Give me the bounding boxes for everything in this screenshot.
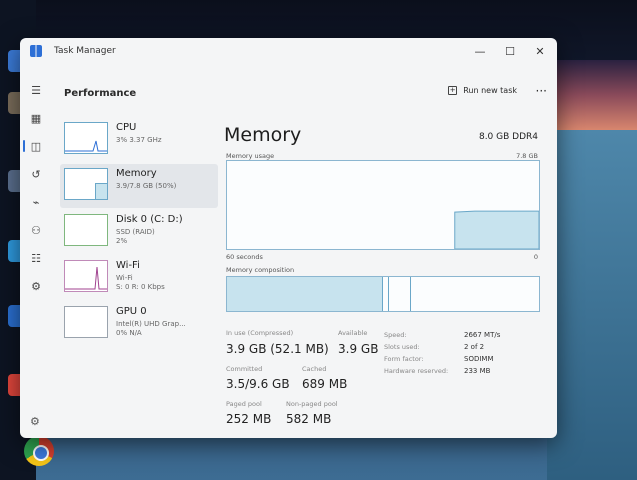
device-sub: 3% 3.37 GHz xyxy=(116,136,162,144)
composition-in-use xyxy=(227,277,383,311)
available-label: Available xyxy=(338,329,368,337)
settings-icon[interactable]: ⚙ xyxy=(30,415,40,428)
close-button[interactable]: ✕ xyxy=(527,42,553,60)
run-task-label: Run new task xyxy=(463,86,517,95)
window-title: Task Manager xyxy=(54,46,116,56)
hamburger-icon[interactable]: ☰ xyxy=(20,76,52,104)
device-name: CPU xyxy=(116,122,137,133)
performance-icon[interactable]: ◫ xyxy=(20,132,52,160)
speed-label: Speed: xyxy=(384,331,407,339)
form-factor-label: Form factor: xyxy=(384,355,424,363)
device-name: Memory xyxy=(116,168,157,179)
ram-type: 8.0 GB DDR4 xyxy=(478,132,538,142)
committed-value: 3.5/9.6 GB xyxy=(226,377,290,391)
device-wifi[interactable]: Wi-Fi Wi-Fi S: 0 R: 0 Kbps xyxy=(60,256,218,300)
cpu-sparkline xyxy=(65,140,107,152)
usage-label: Memory usage xyxy=(226,152,275,160)
device-sub2: 2% xyxy=(116,237,128,245)
device-list: CPU 3% 3.37 GHz Memory 3.9/7.8 GB (50%) … xyxy=(60,118,218,348)
nav-rail: ☰ ▦ ◫ ↺ ⌁ ⚇ ☷ ⚙ xyxy=(20,76,52,438)
device-sub2: 0% N/A xyxy=(116,329,142,337)
details-icon[interactable]: ☷ xyxy=(20,244,52,272)
desktop-wallpaper-sea xyxy=(547,130,637,480)
non-paged-pool-label: Non-paged pool xyxy=(286,400,338,408)
processes-icon[interactable]: ▦ xyxy=(20,104,52,132)
memory-composition-bar xyxy=(226,276,540,312)
desktop-wallpaper-sky xyxy=(547,60,637,130)
composition-label: Memory composition xyxy=(226,266,295,274)
in-use-value: 3.9 GB (52.1 MB) xyxy=(226,342,329,356)
composition-standby xyxy=(389,277,412,311)
hardware-reserved-label: Hardware reserved: xyxy=(384,367,449,375)
cached-value: 689 MB xyxy=(302,377,348,391)
in-use-label: In use (Compressed) xyxy=(226,329,294,337)
device-gpu[interactable]: GPU 0 Intel(R) UHD Grap... 0% N/A xyxy=(60,302,218,346)
memory-usage-area xyxy=(454,210,540,250)
memory-usage-graph xyxy=(226,160,540,250)
paged-pool-value: 252 MB xyxy=(226,412,272,426)
cpu-thumbnail-graph xyxy=(64,122,108,154)
maximize-button[interactable]: ☐ xyxy=(497,42,523,60)
available-value: 3.9 GB xyxy=(338,342,379,356)
device-name: Wi-Fi xyxy=(116,260,140,271)
minimize-button[interactable]: — xyxy=(467,42,493,60)
committed-label: Committed xyxy=(226,365,263,373)
slots-value: 2 of 2 xyxy=(464,343,485,351)
device-name: Disk 0 (C: D:) xyxy=(116,214,183,225)
task-manager-icon xyxy=(30,45,42,57)
more-options-button[interactable]: ··· xyxy=(536,84,547,98)
page-title: Performance xyxy=(64,87,137,99)
device-sub: SSD (RAID) xyxy=(116,228,155,236)
slots-label: Slots used: xyxy=(384,343,420,351)
startup-icon[interactable]: ⌁ xyxy=(20,188,52,216)
users-icon[interactable]: ⚇ xyxy=(20,216,52,244)
run-new-task-button[interactable]: + Run new task xyxy=(448,86,517,95)
hardware-reserved-value: 233 MB xyxy=(464,367,491,375)
device-sub2: S: 0 R: 0 Kbps xyxy=(116,283,165,291)
device-memory[interactable]: Memory 3.9/7.8 GB (50%) xyxy=(60,164,218,208)
seconds-label: 60 seconds xyxy=(226,253,263,261)
device-sub: 3.9/7.8 GB (50%) xyxy=(116,182,177,190)
chrome-icon[interactable] xyxy=(24,436,54,466)
task-manager-window: Task Manager — ☐ ✕ ☰ ▦ ◫ ↺ ⌁ ⚇ ☷ ⚙ ⚙ Per… xyxy=(20,38,557,438)
paged-pool-label: Paged pool xyxy=(226,400,262,408)
usage-max: 7.8 GB xyxy=(516,152,538,160)
services-icon[interactable]: ⚙ xyxy=(20,272,52,300)
cached-label: Cached xyxy=(302,365,327,373)
gpu-thumbnail-graph xyxy=(64,306,108,338)
disk-thumbnail-graph xyxy=(64,214,108,246)
form-factor-value: SODIMM xyxy=(464,355,494,363)
memory-panel: Memory 8.0 GB DDR4 Memory usage 7.8 GB 6… xyxy=(224,118,544,438)
wifi-sparkline xyxy=(65,266,107,290)
wifi-thumbnail-graph xyxy=(64,260,108,292)
non-paged-pool-value: 582 MB xyxy=(286,412,332,426)
device-cpu[interactable]: CPU 3% 3.37 GHz xyxy=(60,118,218,162)
speed-value: 2667 MT/s xyxy=(464,331,501,339)
device-name: GPU 0 xyxy=(116,306,147,317)
device-disk[interactable]: Disk 0 (C: D:) SSD (RAID) 2% xyxy=(60,210,218,254)
run-task-icon: + xyxy=(448,86,458,95)
zero-label: 0 xyxy=(533,253,538,261)
memory-thumbnail-graph xyxy=(64,168,108,200)
device-sub: Intel(R) UHD Grap... xyxy=(116,320,186,328)
memory-thumbnail-fill xyxy=(95,183,107,199)
history-icon[interactable]: ↺ xyxy=(20,160,52,188)
device-sub: Wi-Fi xyxy=(116,274,133,282)
panel-title: Memory xyxy=(224,124,302,146)
